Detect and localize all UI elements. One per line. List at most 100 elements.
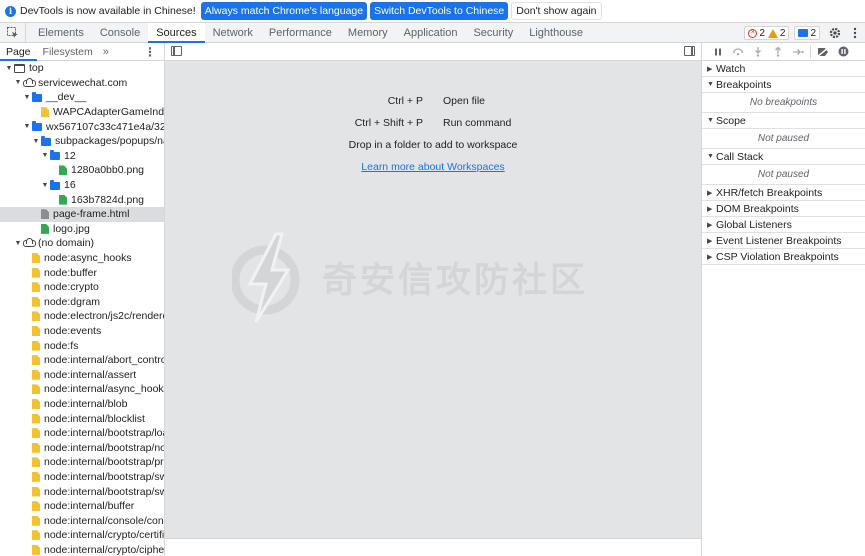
tree-item[interactable]: ▼node:internal/blocklist	[0, 411, 164, 426]
tree-item-label: node:internal/crypto/certificat	[44, 529, 165, 542]
tab-lighthouse[interactable]: Lighthouse	[521, 23, 591, 42]
section-event-listener-breakpoints[interactable]: ▶ Event Listener Breakpoints	[702, 233, 865, 249]
dont-show-again-button[interactable]: Don't show again	[511, 2, 602, 20]
chevron-down-icon: ▼	[707, 153, 714, 160]
match-language-button[interactable]: Always match Chrome's language	[200, 2, 368, 20]
tree-item-label: node:internal/crypto/cipher	[44, 543, 165, 556]
file-icon-yellow	[32, 384, 40, 394]
tree-item[interactable]: ▼ (no domain)	[0, 236, 164, 251]
switch-to-chinese-button[interactable]: Switch DevTools to Chinese	[370, 2, 509, 20]
more-options-icon[interactable]	[845, 23, 865, 43]
tab-elements[interactable]: Elements	[26, 23, 92, 42]
learn-workspaces-link[interactable]: Learn more about Workspaces	[165, 161, 701, 173]
tree-item[interactable]: ▼WAPCAdapterGameIndex.js	[0, 105, 164, 120]
tree-item-label: node:async_hooks	[44, 252, 132, 265]
tree-item[interactable]: ▼ 16	[0, 178, 164, 193]
inspect-element-icon[interactable]	[0, 23, 26, 42]
section-watch[interactable]: ▶ Watch	[702, 61, 865, 77]
tree-item-label: node:internal/console/constru	[44, 514, 164, 527]
tree-item[interactable]: ▼ subpackages/popups/native	[0, 134, 164, 149]
tree-item[interactable]: ▼node:internal/buffer	[0, 499, 164, 514]
tab-network[interactable]: Network	[205, 23, 261, 42]
tree-item[interactable]: ▼node:fs	[0, 338, 164, 353]
expand-arrow-icon[interactable]: ▼	[40, 152, 50, 159]
deactivate-breakpoints-icon[interactable]	[813, 44, 833, 60]
section-call-stack[interactable]: ▼ Call Stack	[702, 149, 865, 165]
chevron-right-icon: ▶	[707, 253, 713, 261]
tab-filesystem[interactable]: Filesystem	[37, 43, 99, 60]
tree-item[interactable]: ▼1280a0bb0.png	[0, 163, 164, 178]
file-icon-yellow	[32, 530, 40, 540]
tab-page[interactable]: Page	[0, 43, 37, 61]
tree-item-label: node:electron/js2c/renderer_in	[44, 310, 164, 323]
tab-application[interactable]: Application	[396, 23, 466, 42]
editor-status-bar	[165, 538, 701, 556]
tree-item[interactable]: ▼node:internal/bootstrap/node	[0, 440, 164, 455]
tab-performance[interactable]: Performance	[261, 23, 340, 42]
step-icon[interactable]	[788, 44, 808, 60]
chevron-down-icon: ▼	[707, 81, 714, 88]
step-out-icon[interactable]	[768, 44, 788, 60]
step-over-icon[interactable]	[728, 44, 748, 60]
tree-item-label: (no domain)	[38, 237, 95, 250]
tree-item[interactable]: ▼node:buffer	[0, 265, 164, 280]
tree-item[interactable]: ▼node:dgram	[0, 295, 164, 310]
tree-item[interactable]: ▼node:internal/assert	[0, 367, 164, 382]
tree-item[interactable]: ▼node:internal/crypto/cipher	[0, 543, 164, 556]
tree-item[interactable]: ▼node:internal/async_hooks	[0, 382, 164, 397]
tree-item[interactable]: ▼node:crypto	[0, 280, 164, 295]
tree-item-label: node:internal/bootstrap/pre_ex	[44, 456, 164, 469]
tree-item[interactable]: ▼node:internal/console/constru	[0, 513, 164, 528]
file-icon-green	[59, 195, 67, 205]
toggle-debugger-icon[interactable]	[684, 46, 695, 56]
tree-item[interactable]: ▼node:internal/bootstrap/pre_ex	[0, 455, 164, 470]
tree-item[interactable]: ▼node:events	[0, 324, 164, 339]
more-tabs-chevron-icon[interactable]: »	[99, 43, 113, 60]
settings-gear-icon[interactable]	[825, 23, 845, 43]
tree-item[interactable]: ▼node:internal/bootstrap/loader	[0, 426, 164, 441]
tree-item[interactable]: ▼node:electron/js2c/renderer_in	[0, 309, 164, 324]
tree-item[interactable]: ▼ top	[0, 61, 164, 76]
chevron-right-icon: ▶	[707, 65, 713, 73]
tree-item[interactable]: ▼node:internal/abort_controller	[0, 353, 164, 368]
expand-arrow-icon[interactable]: ▼	[4, 65, 14, 72]
tree-item[interactable]: ▼node:internal/crypto/certificat	[0, 528, 164, 543]
pause-icon[interactable]	[708, 44, 728, 60]
tree-item[interactable]: ▼ __dev__	[0, 90, 164, 105]
tree-item[interactable]: ▼node:internal/bootstrap/switch	[0, 470, 164, 485]
expand-arrow-icon[interactable]: ▼	[22, 123, 32, 130]
tree-item[interactable]: ▼ 12	[0, 149, 164, 164]
toggle-navigator-icon[interactable]	[171, 46, 182, 56]
folder-icon	[41, 135, 51, 146]
section-dom-breakpoints[interactable]: ▶ DOM Breakpoints	[702, 201, 865, 217]
section-scope[interactable]: ▼ Scope	[702, 113, 865, 129]
chevron-right-icon: ▶	[707, 205, 713, 213]
section-xhr-fetch-breakpoints[interactable]: ▶ XHR/fetch Breakpoints	[702, 185, 865, 201]
tree-item[interactable]: ▼ wx567107c33c471e4a/32	[0, 119, 164, 134]
expand-arrow-icon[interactable]: ▼	[22, 94, 32, 101]
tree-item[interactable]: ▼node:internal/bootstrap/switch	[0, 484, 164, 499]
messages-counter[interactable]: 2	[794, 26, 820, 40]
tree-item[interactable]: ▼logo.jpg	[0, 222, 164, 237]
section-global-listeners[interactable]: ▶ Global Listeners	[702, 217, 865, 233]
tab-console[interactable]: Console	[92, 23, 148, 42]
tab-sources[interactable]: Sources	[148, 23, 205, 43]
file-icon-yellow	[32, 355, 40, 365]
pause-on-exceptions-icon[interactable]	[833, 44, 853, 60]
step-into-icon[interactable]	[748, 44, 768, 60]
section-breakpoints[interactable]: ▼ Breakpoints	[702, 77, 865, 93]
navigator-menu-icon[interactable]: ⋮	[144, 45, 156, 59]
section-csp-violation-breakpoints[interactable]: ▶ CSP Violation Breakpoints	[702, 249, 865, 265]
tree-item[interactable]: ▼node:async_hooks	[0, 251, 164, 266]
expand-arrow-icon[interactable]: ▼	[13, 79, 23, 86]
tree-item[interactable]: ▼163b7824d.png	[0, 192, 164, 207]
tab-memory[interactable]: Memory	[340, 23, 396, 42]
tab-security[interactable]: Security	[465, 23, 521, 42]
tree-item[interactable]: ▼page-frame.html	[0, 206, 164, 222]
issues-counter[interactable]: × 2 2	[744, 26, 790, 40]
tree-item[interactable]: ▼ servicewechat.com	[0, 76, 164, 91]
expand-arrow-icon[interactable]: ▼	[13, 240, 23, 247]
expand-arrow-icon[interactable]: ▼	[40, 182, 50, 189]
expand-arrow-icon[interactable]: ▼	[31, 138, 41, 145]
tree-item[interactable]: ▼node:internal/blob	[0, 397, 164, 412]
